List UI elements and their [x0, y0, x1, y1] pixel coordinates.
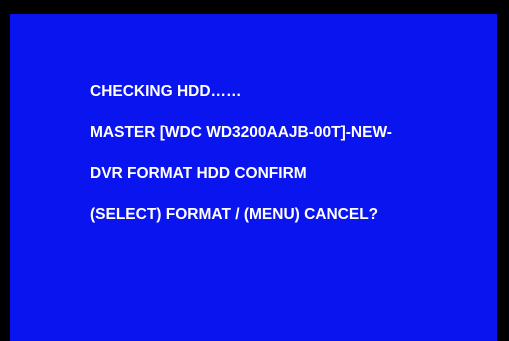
status-line-master-drive: MASTER [WDC WD3200AAJB-00T]-NEW- — [90, 124, 392, 141]
monitor-frame: CHECKING HDD…… MASTER [WDC WD3200AAJB-00… — [0, 0, 509, 341]
status-line-checking-hdd: CHECKING HDD…… — [90, 83, 242, 100]
dvr-osd-screen: CHECKING HDD…… MASTER [WDC WD3200AAJB-00… — [8, 12, 500, 341]
format-confirm-prompt: DVR FORMAT HDD CONFIRM — [90, 165, 307, 182]
select-format-menu-cancel-prompt[interactable]: (SELECT) FORMAT / (MENU) CANCEL? — [90, 205, 392, 246]
hdd-check-message: CHECKING HDD…… MASTER [WDC WD3200AAJB-00… — [90, 82, 392, 246]
